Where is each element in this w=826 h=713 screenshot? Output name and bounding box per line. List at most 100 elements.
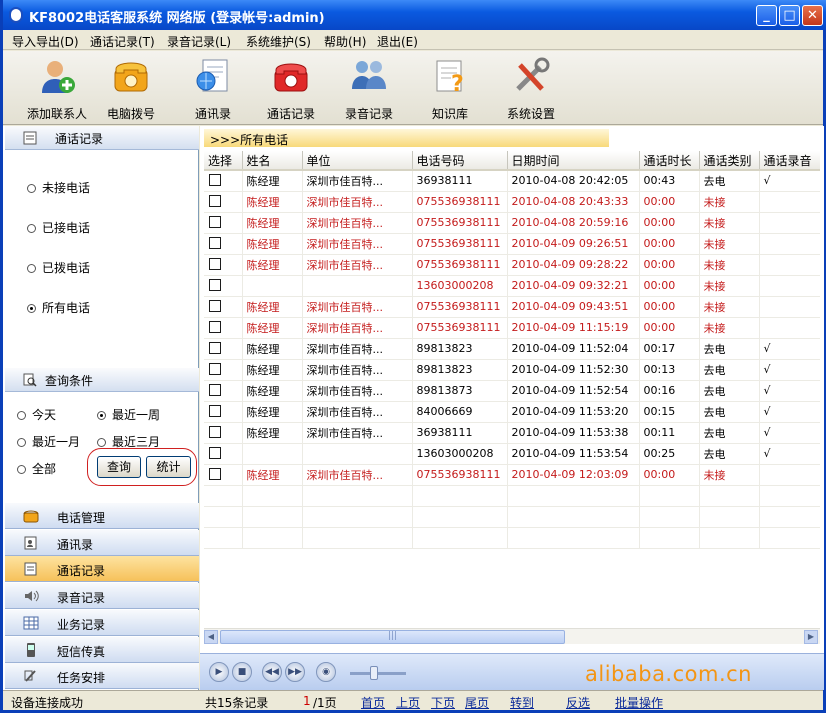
row-checkbox[interactable] — [209, 300, 221, 312]
next-page-link[interactable]: 下页 — [431, 694, 455, 711]
nav-sms-fax[interactable]: 短信传真 — [5, 637, 199, 663]
row-checkbox[interactable] — [209, 342, 221, 354]
volume-slider-thumb[interactable] — [370, 666, 378, 680]
settings-button[interactable]: 系统设置 — [491, 57, 571, 123]
cell-duration: 00:00 — [639, 233, 700, 255]
row-checkbox[interactable] — [209, 447, 221, 459]
row-select-cell — [204, 380, 243, 402]
recordings-button[interactable]: 录音记录 — [329, 57, 409, 123]
minimize-button[interactable]: _ — [756, 5, 777, 26]
nav-business-records[interactable]: 业务记录 — [5, 610, 199, 636]
menu-help[interactable]: 帮助(H) — [324, 33, 366, 50]
cell-company — [302, 275, 413, 297]
call-record-button[interactable]: 通话记录 — [251, 57, 331, 123]
column-header[interactable]: 姓名 — [242, 151, 303, 171]
row-checkbox[interactable] — [209, 279, 221, 291]
row-checkbox[interactable] — [209, 258, 221, 270]
filter-dialed[interactable]: 已拨电话 — [27, 259, 90, 276]
column-header[interactable]: 通话时长 — [639, 151, 700, 171]
next-icon[interactable]: ▶▶ — [285, 662, 305, 682]
column-header[interactable]: 通话类别 — [699, 151, 760, 171]
period-month[interactable]: 最近一月 — [17, 433, 80, 450]
menu-call-records[interactable]: 通话记录(T) — [90, 33, 155, 50]
table-row[interactable]: 陈经理 深圳市佳百特... 075536938111 2010-04-09 09:26… — [204, 233, 820, 255]
nav-call-records[interactable]: 通话记录 — [5, 556, 199, 582]
add-contact-button[interactable]: 添加联系人 — [17, 57, 97, 123]
menu-recordings[interactable]: 录音记录(L) — [167, 33, 231, 50]
table-row[interactable]: 陈经理 深圳市佳百特... 84006669 2010-04-09 11:53:20 0… — [204, 401, 820, 423]
table-row[interactable]: 陈经理 深圳市佳百特... 89813823 2010-04-09 11:52:04 0… — [204, 338, 820, 360]
row-checkbox[interactable] — [209, 195, 221, 207]
volume-slider[interactable] — [350, 672, 406, 675]
row-checkbox[interactable] — [209, 363, 221, 375]
column-header[interactable]: 单位 — [302, 151, 413, 171]
filter-missed[interactable]: 未接电话 — [27, 179, 90, 196]
close-button[interactable]: ✕ — [802, 5, 823, 26]
query-button[interactable]: 查询 — [97, 456, 141, 478]
table-row[interactable]: 陈经理 深圳市佳百特... 075536938111 2010-04-09 12:03… — [204, 464, 820, 486]
maximize-button[interactable]: □ — [779, 5, 800, 26]
cell-name: 陈经理 — [242, 191, 303, 213]
column-header[interactable]: 选择 — [204, 151, 243, 171]
stats-button[interactable]: 统计 — [146, 456, 191, 478]
goto-link[interactable]: 转到 — [510, 694, 534, 711]
nav-recordings[interactable]: 录音记录 — [5, 583, 199, 609]
table-row[interactable]: 陈经理 深圳市佳百特... 075536938111 2010-04-08 20:43… — [204, 191, 820, 213]
row-checkbox[interactable] — [209, 426, 221, 438]
table-row[interactable]: 陈经理 深圳市佳百特... 075536938111 2010-04-09 11:15… — [204, 317, 820, 339]
table-row[interactable]: 陈经理 深圳市佳百特... 075536938111 2010-04-08 20:59… — [204, 212, 820, 234]
menu-system[interactable]: 系统维护(S) — [246, 33, 311, 50]
row-checkbox[interactable] — [209, 174, 221, 187]
cell-type: 去电 — [699, 380, 760, 402]
cell-company: 深圳市佳百特... — [302, 317, 413, 339]
column-header[interactable]: 通话录音 — [759, 151, 820, 171]
table-row[interactable]: 陈经理 深圳市佳百特... 075536938111 2010-04-09 09:28… — [204, 254, 820, 276]
scroll-left-icon[interactable]: ◀ — [204, 630, 218, 644]
nav-phone-management[interactable]: 电话管理 — [5, 503, 199, 529]
invert-selection-link[interactable]: 反选 — [566, 694, 590, 711]
volume-icon[interactable]: ◉ — [316, 662, 336, 682]
period-all[interactable]: 全部 — [17, 460, 56, 477]
play-icon[interactable]: ▶ — [209, 662, 229, 682]
row-checkbox[interactable] — [209, 405, 221, 417]
title-bar[interactable]: KF8002电话客服系统 网络版 (登录帐号:admin) _ □ ✕ — [3, 0, 826, 30]
column-header[interactable]: 电话号码 — [412, 151, 508, 171]
row-checkbox[interactable] — [209, 321, 221, 333]
period-week[interactable]: 最近一周 — [97, 406, 160, 423]
menu-exit[interactable]: 退出(E) — [377, 33, 418, 50]
filter-received[interactable]: 已接电话 — [27, 219, 90, 236]
scroll-thumb[interactable]: ||| — [220, 630, 565, 644]
nav-tasks[interactable]: 任务安排 — [5, 663, 199, 689]
period-today[interactable]: 今天 — [17, 406, 56, 423]
row-checkbox[interactable] — [209, 237, 221, 249]
address-book-button[interactable]: 通讯录 — [173, 57, 253, 123]
knowledge-base-button[interactable]: ? 知识库 — [410, 57, 490, 123]
first-page-link[interactable]: 首页 — [361, 694, 385, 711]
table-row[interactable]: 13603000208 2010-04-09 09:32:21 00:00 未接 — [204, 275, 820, 297]
horizontal-scrollbar[interactable]: ◀ ||| ▶ — [204, 628, 820, 644]
previous-icon[interactable]: ◀◀ — [262, 662, 282, 682]
last-page-link[interactable]: 尾页 — [465, 694, 489, 711]
table-row[interactable]: 13603000208 2010-04-09 11:53:54 00:25 去电 √ — [204, 443, 820, 465]
prev-page-link[interactable]: 上页 — [396, 694, 420, 711]
stop-icon[interactable]: ■ — [232, 662, 252, 682]
row-checkbox[interactable] — [209, 216, 221, 228]
cell-company: 深圳市佳百特... — [302, 233, 413, 255]
cell-name: 陈经理 — [242, 233, 303, 255]
row-checkbox[interactable] — [209, 384, 221, 396]
nav-address-book[interactable]: 通讯录 — [5, 530, 199, 556]
table-row[interactable]: 陈经理 深圳市佳百特... 36938111 2010-04-08 20:42:05 0… — [204, 170, 820, 192]
cell-name: 陈经理 — [242, 359, 303, 381]
table-row[interactable]: 陈经理 深圳市佳百特... 075536938111 2010-04-09 09:43… — [204, 296, 820, 318]
table-row[interactable]: 陈经理 深圳市佳百特... 89813873 2010-04-09 11:52:54 0… — [204, 380, 820, 402]
table-row[interactable]: 陈经理 深圳市佳百特... 89813823 2010-04-09 11:52:30 0… — [204, 359, 820, 381]
batch-operation-link[interactable]: 批量操作 — [615, 694, 663, 711]
table-row[interactable]: 陈经理 深圳市佳百特... 36938111 2010-04-09 11:53:38 0… — [204, 422, 820, 444]
row-checkbox[interactable] — [209, 468, 221, 480]
filter-all[interactable]: 所有电话 — [27, 299, 90, 316]
scroll-right-icon[interactable]: ▶ — [804, 630, 818, 644]
dial-button[interactable]: 电脑拨号 — [91, 57, 171, 123]
cell-name: 陈经理 — [242, 296, 303, 318]
column-header[interactable]: 日期时间 — [507, 151, 640, 171]
menu-import-export[interactable]: 导入导出(D) — [12, 33, 79, 50]
